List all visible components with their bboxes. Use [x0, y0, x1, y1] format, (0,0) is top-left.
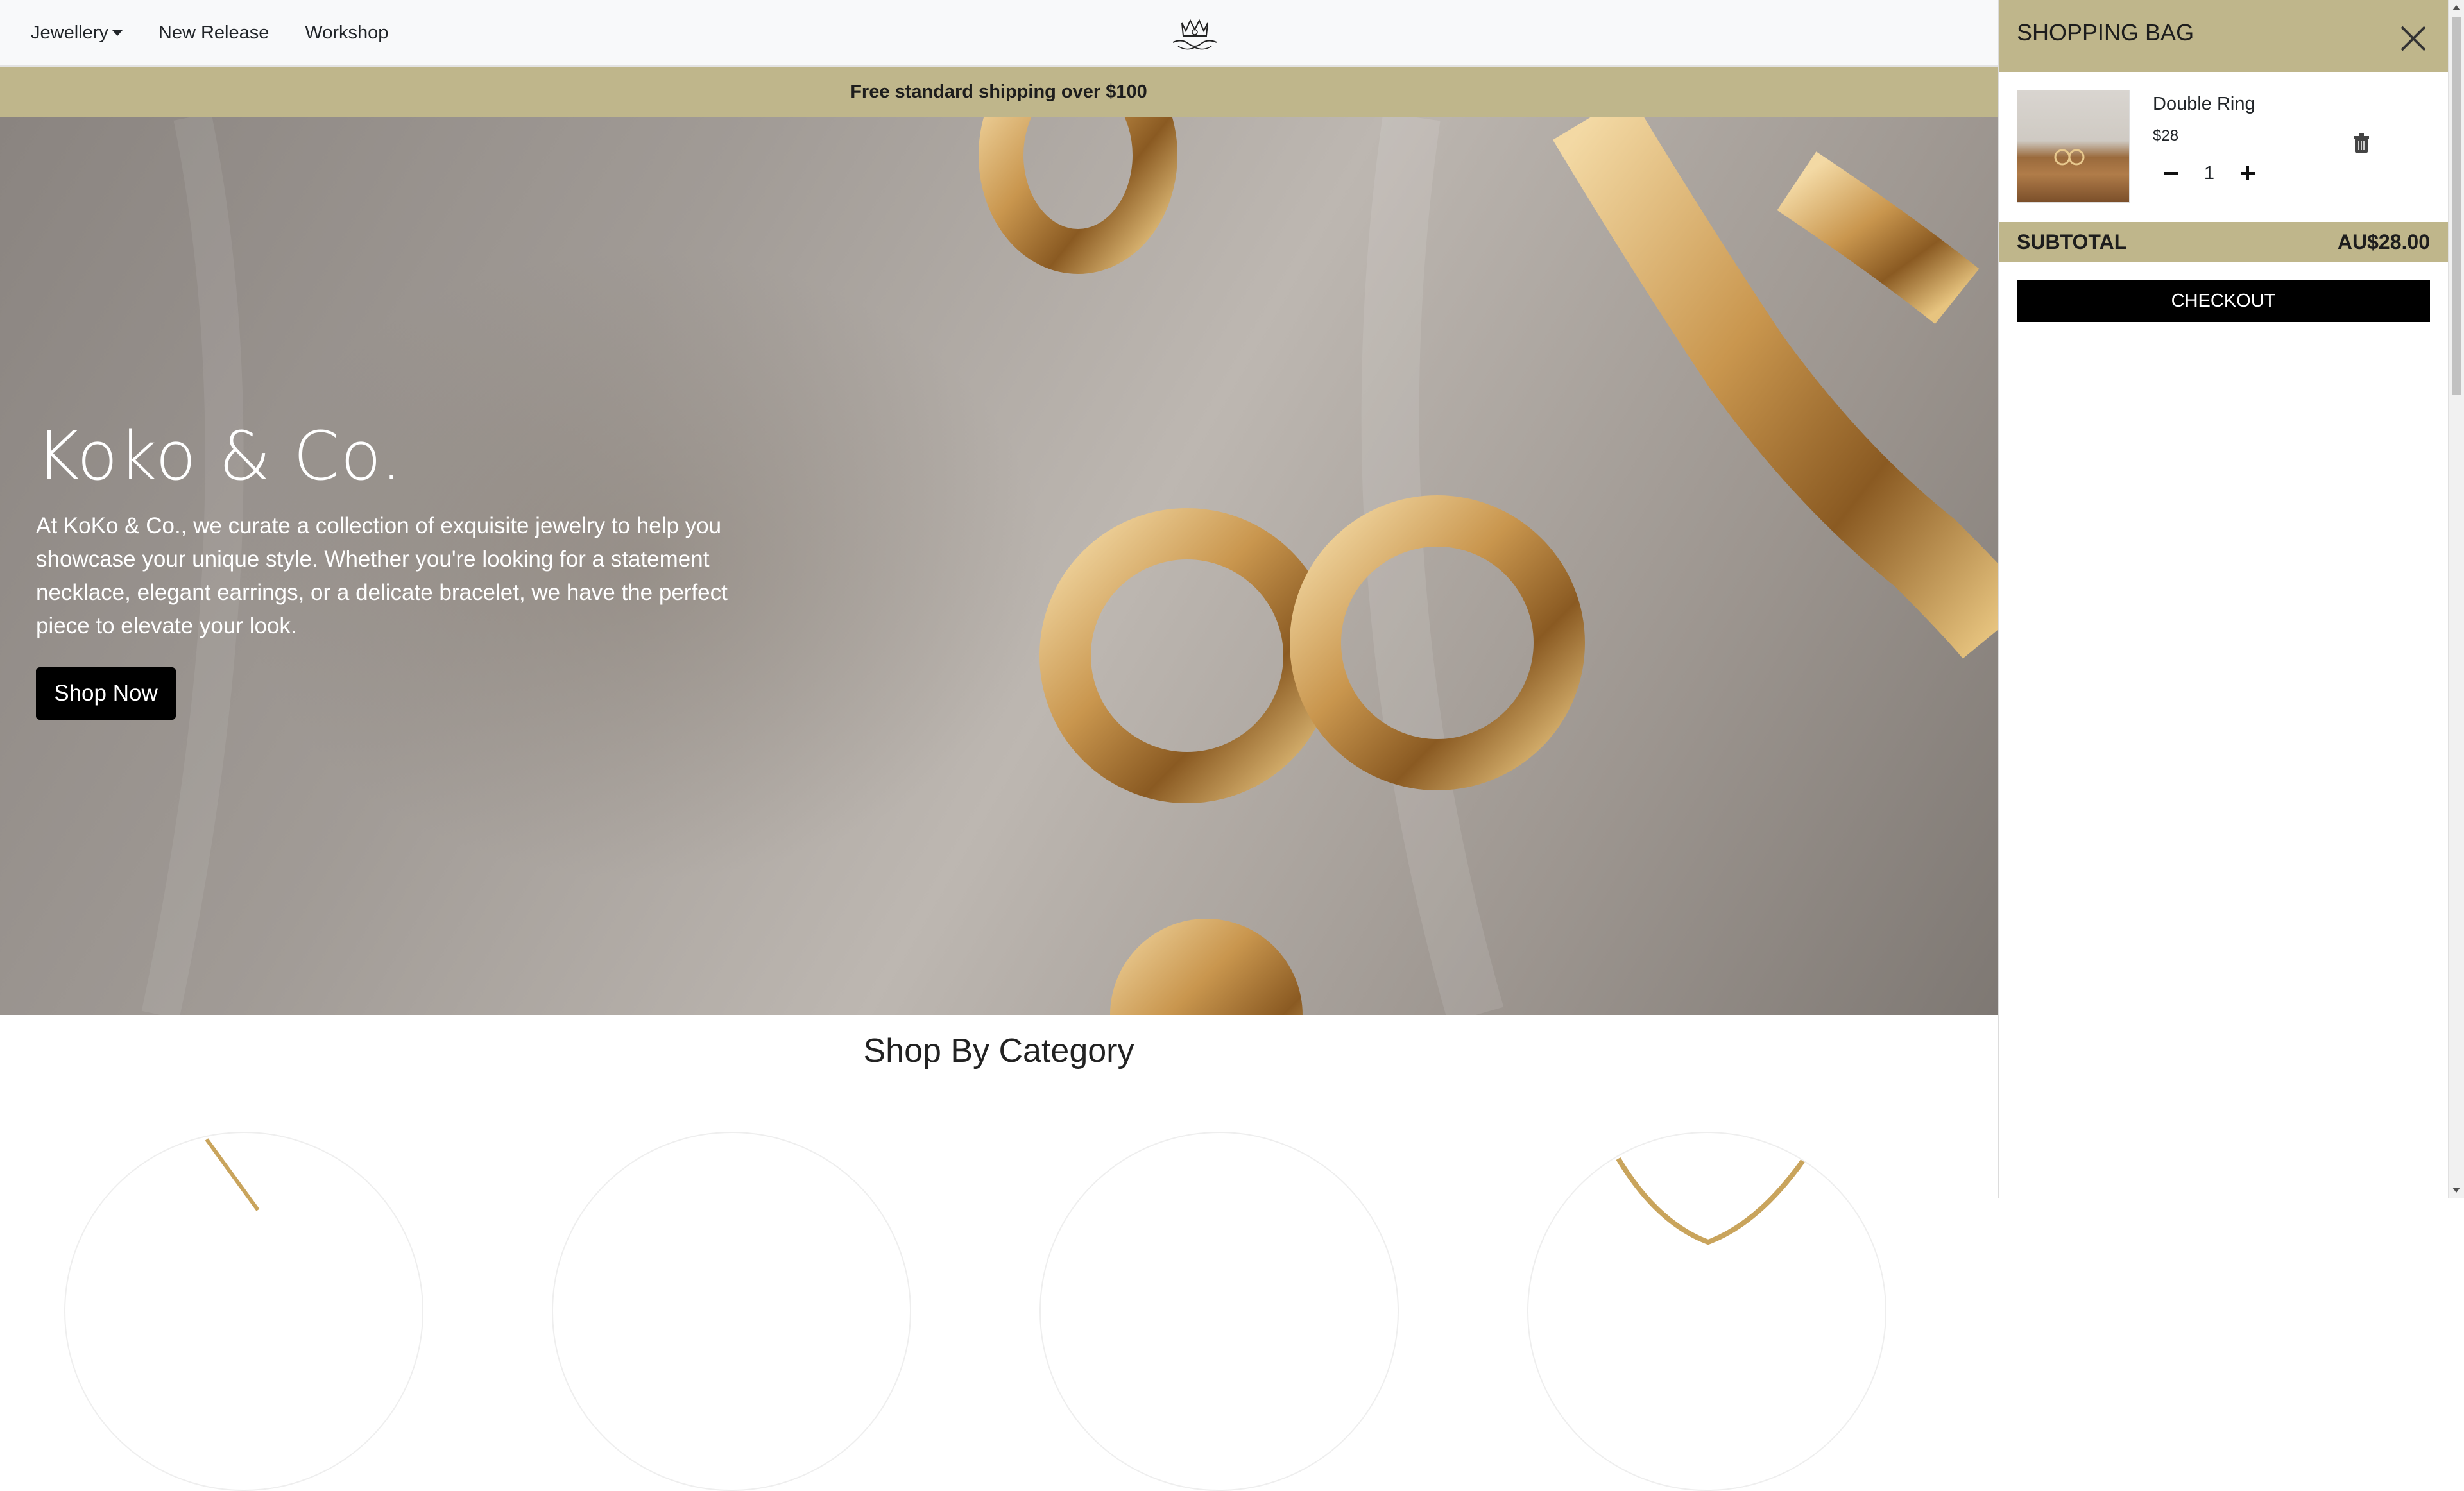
category-card[interactable]: [552, 1132, 911, 1491]
cart-item-image[interactable]: [2017, 90, 2130, 203]
shop-by-category-title: Shop By Category: [863, 1032, 1134, 1069]
increase-quantity-button[interactable]: [2230, 155, 2266, 191]
scroll-down-icon[interactable]: [2452, 1188, 2460, 1193]
nav-jewellery-label: Jewellery: [31, 22, 108, 43]
quantity-value[interactable]: 1: [2204, 163, 2214, 184]
subtotal-label: SUBTOTAL: [2017, 230, 2127, 253]
drawer-header: SHOPPING BAG: [1999, 0, 2448, 72]
decrease-quantity-button[interactable]: [2153, 155, 2189, 191]
top-navbar: Jewellery New Release Workshop: [0, 0, 1998, 67]
chevron-down-icon: [112, 30, 123, 36]
subtotal-row: SUBTOTAL AU$28.00: [1999, 222, 2448, 262]
category-card[interactable]: [64, 1132, 424, 1491]
nav-new-release[interactable]: New Release: [158, 22, 269, 44]
cart-item-price: $28: [2153, 127, 2179, 144]
scrollbar-thumb[interactable]: [2452, 17, 2461, 395]
hero-title: Koko & Co.: [36, 417, 403, 495]
nav-jewellery-dropdown[interactable]: Jewellery: [31, 22, 123, 44]
cart-item-name[interactable]: Double Ring: [2153, 94, 2255, 115]
hero-description: At KoKo & Co., we curate a collection of…: [36, 513, 728, 638]
shipping-banner: Free standard shipping over $100: [0, 67, 1998, 117]
hero-section: Koko & Co. At KoKo & Co., we curate a co…: [0, 117, 1998, 1015]
drawer-title: SHOPPING BAG: [2017, 19, 2194, 46]
scroll-up-icon[interactable]: [2452, 5, 2460, 10]
shop-now-button[interactable]: Shop Now: [36, 667, 176, 720]
nav-workshop[interactable]: Workshop: [305, 22, 388, 44]
category-card[interactable]: [1040, 1132, 1399, 1491]
category-card[interactable]: [1527, 1132, 1887, 1491]
quantity-stepper: 1: [2153, 154, 2266, 192]
shopping-bag-drawer: SHOPPING BAG Double Ring $28 1 SUBTOTAL …: [1998, 0, 2448, 1198]
close-icon[interactable]: [2397, 22, 2430, 55]
page-scrollbar[interactable]: [2448, 0, 2464, 1198]
subtotal-value: AU$28.00: [2337, 230, 2430, 253]
checkout-button[interactable]: CHECKOUT: [2017, 280, 2430, 322]
trash-icon[interactable]: [2353, 133, 2370, 154]
crown-logo-icon[interactable]: [1169, 14, 1220, 53]
cart-item: Double Ring $28 1: [2017, 90, 2434, 205]
